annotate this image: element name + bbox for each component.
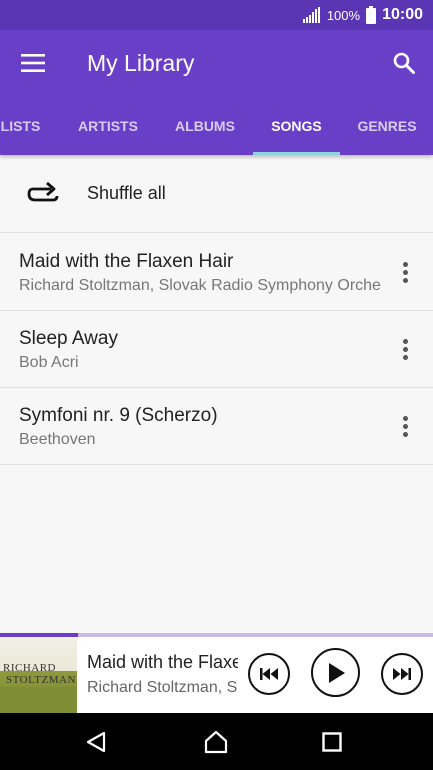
shuffle-all-label: Shuffle all bbox=[87, 183, 166, 203]
more-options-icon[interactable] bbox=[391, 254, 419, 290]
tab-lists[interactable]: LISTS bbox=[0, 97, 49, 155]
album-art[interactable]: RICHARD STOLTZMAN bbox=[0, 637, 77, 713]
recents-icon bbox=[322, 732, 342, 752]
more-options-icon[interactable] bbox=[391, 331, 419, 367]
song-title: Sleep Away bbox=[19, 328, 118, 349]
hamburger-menu-icon bbox=[21, 54, 45, 72]
next-button[interactable] bbox=[381, 653, 423, 695]
signal-icon bbox=[302, 7, 320, 23]
now-playing-artist: Richard Stoltzman, Slovak Radio Symphony… bbox=[87, 679, 238, 696]
song-artist: Beethoven bbox=[19, 431, 96, 448]
skip-previous-icon bbox=[260, 668, 278, 680]
now-playing-title: Maid with the Flaxen Hair bbox=[87, 652, 238, 672]
tab-genres[interactable]: GENRES bbox=[352, 97, 422, 155]
back-icon bbox=[86, 731, 106, 753]
search-button[interactable] bbox=[385, 44, 423, 82]
previous-button[interactable] bbox=[248, 653, 290, 695]
tab-songs[interactable]: SONGS bbox=[253, 97, 340, 155]
back-button[interactable] bbox=[80, 726, 112, 758]
app-bar: My Library bbox=[0, 30, 433, 97]
home-button[interactable] bbox=[200, 726, 232, 758]
now-playing-bar[interactable]: RICHARD STOLTZMAN Maid with the Flaxen H… bbox=[0, 633, 433, 713]
status-time: 10:00 bbox=[382, 6, 423, 23]
tab-albums[interactable]: ALBUMS bbox=[166, 97, 244, 155]
play-icon bbox=[328, 662, 345, 683]
tab-artists[interactable]: ARTISTS bbox=[68, 97, 148, 155]
search-icon bbox=[393, 52, 415, 74]
tab-indicator bbox=[253, 152, 340, 155]
battery-percent: 100% bbox=[326, 7, 361, 23]
song-title: Symfoni nr. 9 (Scherzo) bbox=[19, 405, 218, 426]
recents-button[interactable] bbox=[316, 726, 348, 758]
album-art-band bbox=[0, 687, 77, 713]
more-options-icon[interactable] bbox=[391, 408, 419, 444]
tab-bar: LISTS ARTISTS ALBUMS SONGS GENRES bbox=[0, 97, 433, 155]
album-art-text-line2: STOLTZMAN bbox=[6, 674, 76, 686]
shuffle-repeat-icon bbox=[27, 181, 59, 202]
song-list-item[interactable]: Symfoni nr. 9 (Scherzo) Beethoven bbox=[0, 388, 433, 465]
menu-button[interactable] bbox=[14, 46, 52, 80]
song-artist: Bob Acri bbox=[19, 354, 79, 371]
song-title: Maid with the Flaxen Hair bbox=[19, 251, 234, 272]
shuffle-all-button[interactable]: Shuffle all bbox=[0, 155, 433, 233]
album-art-text-line1: RICHARD bbox=[3, 662, 57, 674]
system-nav-bar bbox=[0, 713, 433, 770]
play-button[interactable] bbox=[311, 648, 360, 697]
page-title: My Library bbox=[87, 50, 195, 76]
song-list-item[interactable]: Maid with the Flaxen Hair Richard Stoltz… bbox=[0, 234, 433, 311]
song-artist: Richard Stoltzman, Slovak Radio Symphony… bbox=[19, 277, 381, 294]
home-icon bbox=[204, 730, 228, 754]
battery-icon bbox=[366, 6, 377, 24]
song-list-item[interactable]: Sleep Away Bob Acri bbox=[0, 311, 433, 388]
skip-next-icon bbox=[393, 668, 411, 680]
status-icons: 100% 10:00 bbox=[302, 0, 423, 30]
status-bar: 100% 10:00 bbox=[0, 0, 433, 30]
